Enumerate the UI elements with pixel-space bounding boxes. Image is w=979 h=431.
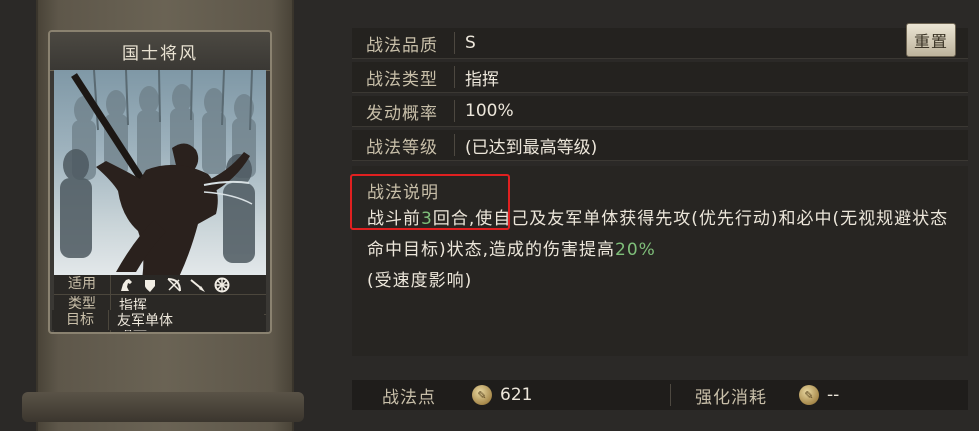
- divider: [454, 100, 455, 122]
- info-value: (已达到最高等级): [465, 137, 598, 158]
- tactic-card: 国士将风 适用 类型 指挥: [48, 30, 272, 334]
- info-label: 战法品质: [366, 35, 438, 56]
- info-label: 发动概率: [366, 103, 438, 124]
- divider: [454, 66, 455, 88]
- tactic-point-icon: ✎: [799, 385, 819, 405]
- divider: [670, 384, 671, 406]
- warrior-illustration: [60, 70, 256, 275]
- cost-label: 强化消耗: [695, 387, 767, 408]
- prop-row-target: 目标 友军单体: [52, 310, 264, 330]
- info-value: 指挥: [465, 69, 499, 90]
- cost-value: --: [827, 385, 840, 405]
- prop-value: 友军单体: [117, 313, 173, 329]
- info-value: 100%: [465, 101, 514, 121]
- info-row-quality: 战法品质 S: [352, 28, 968, 59]
- card-title: 国士将风: [50, 32, 270, 71]
- card-artwork: [54, 70, 266, 275]
- info-label: 战法类型: [366, 69, 438, 90]
- points-value: 621: [500, 385, 533, 405]
- troop-type-icons: [111, 277, 231, 293]
- shield-icon: [141, 277, 159, 293]
- divider: [454, 32, 455, 54]
- cavalry-icon: [117, 277, 135, 293]
- info-row-type: 战法类型 指挥: [352, 62, 968, 93]
- prop-row-applicable: 适用: [54, 275, 266, 295]
- bow-icon: [165, 277, 183, 293]
- desc-highlight-damage: 20%: [615, 240, 656, 260]
- prop-key: 适用: [54, 275, 111, 294]
- annotation-highlight-box: [350, 174, 510, 230]
- reset-button[interactable]: 重置: [906, 23, 956, 57]
- info-row-probability: 发动概率 100%: [352, 96, 968, 127]
- info-row-level: 战法等级 (已达到最高等级): [352, 130, 968, 161]
- wheel-icon: [213, 277, 231, 293]
- prop-key: 目标: [52, 310, 109, 330]
- info-value: S: [465, 33, 476, 53]
- points-label: 战法点: [382, 387, 436, 408]
- info-label: 战法等级: [366, 137, 438, 158]
- divider: [454, 134, 455, 156]
- scroll-roller: [22, 392, 304, 422]
- desc-segment: (受速度影响): [367, 271, 473, 291]
- bottom-bar: 战法点 ✎ 621 强化消耗 ✎ --: [352, 380, 968, 410]
- spear-icon: [189, 277, 207, 293]
- tactic-point-icon: ✎: [472, 385, 492, 405]
